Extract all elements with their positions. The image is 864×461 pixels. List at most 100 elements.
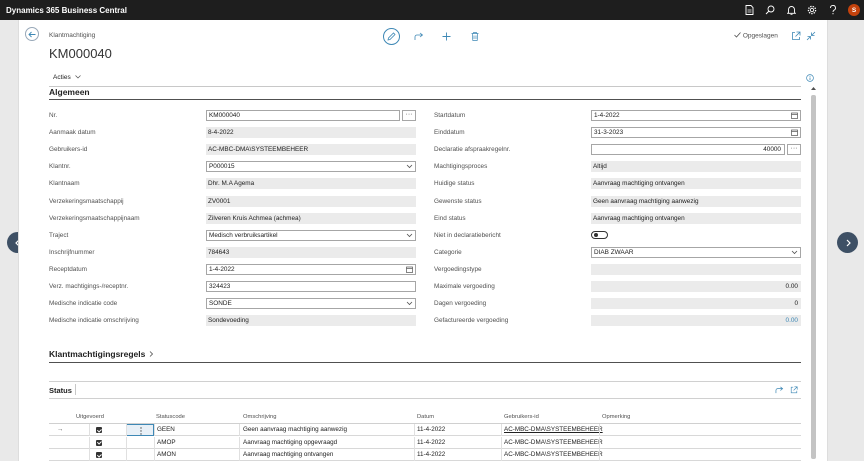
open-new-window-icon[interactable] [791, 31, 801, 41]
field-inschrijfnummer: Inschrijfnummer 784643 [49, 246, 416, 258]
app-bar: Dynamics 365 Business Central S [0, 0, 864, 20]
field-label: Declaratie afspraakregelnr. [434, 146, 511, 154]
section-title-lines[interactable]: Klantmachtigingsregels [49, 349, 154, 359]
uitgevoerd-checkbox[interactable] [96, 452, 102, 458]
collapse-icon[interactable] [806, 31, 816, 41]
column-divider [501, 424, 502, 436]
lookup-button[interactable]: ··· [402, 110, 416, 121]
calendar-icon[interactable] [406, 266, 413, 273]
cell-gebruiker[interactable]: AC-MBC-DMA\SYSTEEMBEHEER [504, 449, 603, 461]
column-header-opmerking[interactable]: Opmerking [602, 414, 630, 420]
field-gefactureerde-vergoeding: Gefactureerde vergoeding 0.00 [434, 315, 801, 327]
calendar-icon[interactable] [791, 112, 798, 119]
field-value: Zilveren Kruis Achmea (achmea) [206, 212, 416, 224]
field-nr: Nr. KM000040 ··· [49, 110, 416, 121]
delete-button[interactable] [466, 28, 483, 45]
actions-label: Acties [53, 74, 71, 81]
field-label: Huidige status [434, 180, 475, 188]
back-button[interactable] [25, 27, 39, 41]
bell-icon[interactable] [785, 4, 797, 16]
field-input[interactable]: P000015 [206, 161, 416, 173]
edit-button[interactable] [383, 28, 400, 45]
column-header-gebruiker[interactable]: Gebruikers-id [504, 414, 539, 420]
table-row[interactable]: AMON Aanvraag machtiging ontvangen 11-4-20… [49, 449, 801, 461]
field-label: Dagen vergoeding [434, 300, 487, 308]
chevron-right-icon [846, 239, 851, 246]
field-startdatum: Startdatum 1-4-2022 [434, 110, 801, 121]
vertical-scrollbar[interactable] [810, 86, 817, 461]
section-title-general: Algemeen [49, 87, 90, 97]
uitgevoerd-checkbox[interactable] [96, 427, 102, 433]
help-icon[interactable] [827, 4, 839, 16]
calendar-icon[interactable] [791, 129, 798, 136]
column-header-datum[interactable]: Datum [417, 414, 434, 420]
uitgevoerd-checkbox[interactable] [96, 439, 102, 446]
search-icon[interactable] [764, 4, 776, 16]
field-verz-machtigings-receptnr: Verz. machtigings-/receptnr. 324423 [49, 281, 416, 292]
cell-datum: 11-4-2022 [417, 426, 446, 433]
field-medische-indicatie-omschrijving: Medische indicatie omschrijving Sondevoed… [49, 315, 416, 327]
chevron-down-icon[interactable] [406, 232, 413, 239]
open-new-window-icon[interactable] [790, 386, 798, 394]
gear-icon[interactable] [806, 4, 818, 16]
field-input[interactable]: SONDE [206, 298, 416, 310]
field-input[interactable]: DIAB ZWAAR [591, 246, 801, 258]
toggle-switch[interactable] [591, 230, 608, 239]
field-value: Aanvraag machtiging ontvangen [591, 178, 801, 190]
field-input[interactable]: KM000040 [206, 110, 400, 121]
cell-gebruiker[interactable]: AC-MBC-DMA\SYSTEEMBEHEER [504, 437, 603, 449]
row-actions-button[interactable] [126, 424, 154, 436]
field-label: Eind status [434, 214, 466, 222]
field-value: Sondevoeding [206, 315, 416, 327]
table-row[interactable]: → GEEN Geen aanvraag machtiging aanwezig 11… [49, 424, 801, 436]
column-divider [89, 449, 90, 461]
table-row[interactable]: AMOP Aanvraag machtiging opgevraagd 11-4-2… [49, 436, 801, 449]
share-button[interactable] [410, 28, 427, 45]
field-input[interactable]: 324423 [206, 281, 416, 292]
cell-statuscode: AMON [157, 451, 176, 458]
column-header-uitgevoerd[interactable]: Uitgevoerd [76, 414, 104, 420]
field-huidige-status: Huidige status Aanvraag machtiging ontvan… [434, 178, 801, 190]
scrollbar-thumb[interactable] [811, 95, 816, 459]
field-maximale-vergoeding: Maximale vergoeding 0.00 [434, 281, 801, 292]
field-label: Traject [49, 231, 69, 239]
field-value [591, 263, 801, 275]
field-label: Nr. [49, 112, 58, 119]
field-input[interactable]: 1-4-2022 [591, 110, 801, 121]
field-verzekeringsmaatschappij: Verzekeringsmaatschappij ZV0001 [49, 195, 416, 207]
cell-datum: 11-4-2022 [417, 451, 446, 458]
user-avatar[interactable]: S [848, 4, 860, 16]
field-label: Gewenste status [434, 197, 482, 205]
field-gebruikers-id: Gebruikers-id AC-MBC-DMA\SYSTEEMBEHEER [49, 144, 416, 156]
chevron-down-icon[interactable] [791, 249, 798, 256]
share-icon[interactable] [775, 386, 784, 394]
field-input[interactable]: 40000 [591, 144, 785, 156]
column-header-statuscode[interactable]: Statuscode [156, 414, 185, 420]
field-input[interactable]: Medisch verbruiksartikel [206, 229, 416, 241]
record-card: Klantmachtiging KM000040 Opgeslagen Acti… [18, 20, 828, 461]
new-button[interactable] [438, 28, 455, 45]
field-value: Altijd [591, 161, 801, 173]
lookup-button[interactable]: ··· [787, 144, 801, 156]
field-label: Gebruikers-id [49, 146, 88, 154]
chevron-down-icon[interactable] [406, 300, 413, 307]
chevron-down-icon [74, 74, 81, 78]
column-divider [501, 436, 502, 449]
field-declaratie-afspraakregelnr: Declaratie afspraakregelnr. 40000 ··· [434, 144, 801, 156]
chevron-down-icon[interactable] [406, 163, 413, 170]
document-icon[interactable] [743, 4, 755, 16]
next-record-button[interactable] [837, 232, 858, 253]
field-aanmaak-datum: Aanmaak datum 8-4-2022 [49, 127, 416, 139]
actions-menu[interactable]: Acties [53, 74, 81, 81]
field-input[interactable]: 31-3-2023 [591, 127, 801, 139]
field-input[interactable]: 1-4-2022 [206, 263, 416, 275]
column-divider [414, 424, 415, 436]
breadcrumb: Klantmachtiging [49, 32, 96, 39]
field-categorie: Categorie DIAB ZWAAR [434, 246, 801, 258]
cell-datum: 11-4-2022 [417, 438, 446, 446]
scroll-up-icon[interactable] [810, 86, 817, 91]
cell-gebruiker[interactable]: AC-MBC-DMA\SYSTEEMBEHEER [504, 424, 603, 436]
field-receptdatum: Receptdatum 1-4-2022 [49, 263, 416, 275]
info-icon[interactable] [806, 74, 814, 82]
column-header-omschrijving[interactable]: Omschrijving [243, 414, 277, 420]
